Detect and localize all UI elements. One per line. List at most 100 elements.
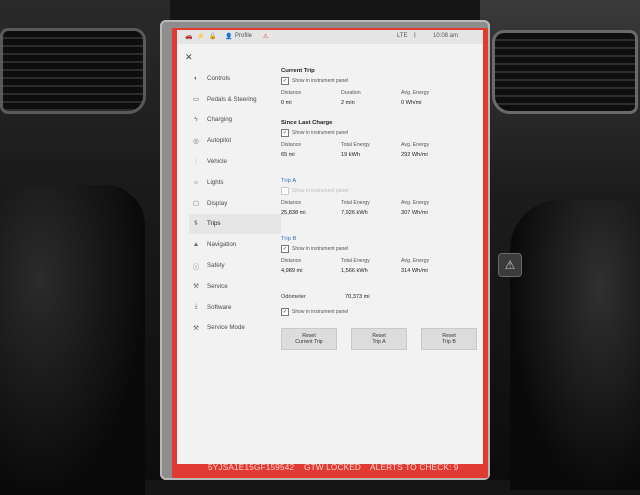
- nav-item-service[interactable]: ⚒ Service: [189, 276, 281, 297]
- stat-label: Avg. Energy: [401, 142, 430, 148]
- section-title: Current Trip: [281, 68, 315, 74]
- lock-icon[interactable]: 🔓: [209, 33, 216, 40]
- gtw-status: GTW LOCKED: [304, 463, 362, 472]
- nav-item-pedals-steering[interactable]: ▭ Pedals & Steering: [189, 89, 281, 110]
- lightning-icon: ⚡: [197, 34, 205, 40]
- profile-label[interactable]: Profile: [235, 33, 252, 39]
- clock-time: 10:08 am: [433, 33, 459, 39]
- stat-value: 0 mi: [281, 100, 292, 106]
- nav-item-lights[interactable]: ☼ Lights: [189, 172, 281, 193]
- nav-item-navigation[interactable]: ▲ Navigation: [189, 234, 281, 255]
- odometer-show-checkbox[interactable]: ✓ Show in instrument panel: [281, 308, 477, 316]
- nav-item-display[interactable]: ▢ Display: [189, 193, 281, 214]
- stat-label: Total Energy: [341, 200, 370, 206]
- nav-item-label: Service Mode: [207, 324, 245, 332]
- nav-item-service-mode[interactable]: ⚒ Service Mode: [189, 318, 281, 339]
- warning-icon[interactable]: ⚠: [263, 33, 268, 40]
- checkmark-icon: ✓: [281, 245, 289, 253]
- status-bar: 🚗 ⚡ 🔓 👤 Profile ⚠ LTE ᛒ 10:08 am: [177, 30, 483, 44]
- stat-value: 65 mi: [281, 152, 295, 158]
- nav-item-label: Charging: [207, 116, 233, 124]
- bluetooth-icon: ᛒ: [413, 33, 417, 39]
- stat-label: Avg. Energy: [401, 90, 430, 96]
- signal-text: LTE: [397, 33, 408, 39]
- stat-value: 19 kWh: [341, 152, 360, 158]
- since-last-charge-show-checkbox[interactable]: ✓ Show in instrument panel: [281, 129, 477, 137]
- alerts-text[interactable]: ALERTS TO CHECK: 9: [370, 463, 459, 472]
- settings-nav: ◐ Controls ▭ Pedals & Steering ϟ Charging ◎…: [189, 68, 281, 338]
- wrench-icon: ⚒: [193, 283, 199, 291]
- trips-content: Current Trip ✓ Show in instrument panel …: [281, 68, 477, 350]
- nav-item-label: Trips: [207, 220, 221, 228]
- nav-item-label: Service: [207, 282, 228, 290]
- toggle-icon: ◐: [194, 74, 198, 82]
- reset-trip-b-button[interactable]: Reset Trip B: [421, 328, 477, 350]
- trip-a-show-checkbox[interactable]: ✓ Show in instrument panel: [281, 187, 477, 195]
- touchscreen: 🚗 ⚡ 🔓 👤 Profile ⚠ LTE ᛒ 10:08 am ✕ ◐ Cont…: [177, 30, 483, 464]
- nav-item-software[interactable]: ⤓ Software: [189, 297, 281, 318]
- car-icon[interactable]: 🚗: [185, 33, 192, 40]
- checkbox-label: Show in instrument panel: [292, 309, 349, 315]
- nav-item-label: Lights: [207, 178, 224, 186]
- nav-item-controls[interactable]: ◐ Controls: [189, 68, 281, 89]
- stats-row: Distance 65 mi Total Energy 19 kWh Avg. En…: [281, 142, 477, 158]
- seat-left: [0, 185, 145, 495]
- section-title: Since Last Charge: [281, 120, 333, 126]
- stat-label: Duration: [341, 90, 361, 96]
- stat-label: Distance: [281, 258, 302, 264]
- odometer-value: 70,373 mi: [345, 294, 370, 300]
- checkbox-label: Show in instrument panel: [292, 78, 349, 84]
- nav-item-label: Pedals & Steering: [207, 95, 257, 103]
- stat-label: Distance: [281, 200, 302, 206]
- nav-item-label: Software: [207, 303, 232, 311]
- lightbulb-icon: ☼: [193, 178, 199, 186]
- current-trip-show-checkbox[interactable]: ✓ Show in instrument panel: [281, 77, 477, 85]
- stats-row: Distance 25,838 mi Total Energy 7,926 kWh …: [281, 200, 477, 216]
- button-label: Reset Trip A: [372, 332, 386, 346]
- reset-trip-a-button[interactable]: Reset Trip A: [351, 328, 407, 350]
- close-icon[interactable]: ✕: [185, 52, 193, 63]
- checkbox-label: Show in instrument panel: [292, 188, 349, 194]
- stat-value: 307 Wh/mi: [401, 210, 428, 216]
- stats-row: Distance 4,989 mi Total Energy 1,566 kWh A…: [281, 258, 477, 274]
- reset-current-trip-button[interactable]: Reset Current Trip: [281, 328, 337, 350]
- stat-label: Avg. Energy: [401, 200, 430, 206]
- steering-wheel-icon: ◎: [193, 137, 199, 145]
- checkmark-icon: ✓: [281, 77, 289, 85]
- safety-icon: ⓘ: [192, 263, 200, 271]
- sliders-icon: ⫶: [195, 157, 197, 165]
- stat-value: 7,926 kWh: [341, 210, 368, 216]
- hazard-button[interactable]: ⚠: [498, 253, 522, 277]
- stat-value: 25,838 mi: [281, 210, 306, 216]
- stat-label: Total Energy: [341, 258, 370, 264]
- air-vent-right: [492, 30, 638, 114]
- checkmark-icon: ✓: [281, 308, 289, 316]
- nav-item-label: Safety: [207, 262, 225, 270]
- stat-label: Avg. Energy: [401, 258, 430, 264]
- checkbox-label: Show in instrument panel: [292, 246, 349, 252]
- odometer-label: Odometer: [281, 294, 306, 300]
- stat-label: Total Energy: [341, 142, 370, 148]
- navigation-icon: ▲: [192, 241, 200, 249]
- trip-b-show-checkbox[interactable]: ✓ Show in instrument panel: [281, 245, 477, 253]
- stat-label: Distance: [281, 90, 302, 96]
- odometer-section: Odometer 70,373 mi ✓ Show in instrument …: [281, 294, 477, 316]
- profile-icon[interactable]: 👤: [225, 33, 232, 40]
- trips-icon: ⥮: [193, 219, 199, 227]
- download-icon: ⤓: [194, 303, 198, 311]
- nav-item-autopilot[interactable]: ◎ Autopilot: [189, 130, 281, 151]
- nav-item-label: Navigation: [207, 241, 237, 249]
- nav-item-vehicle[interactable]: ⫶ Vehicle: [189, 151, 281, 172]
- stat-value: 2 min: [341, 100, 355, 106]
- stat-value: 1,566 kWh: [341, 268, 368, 274]
- section-title: Trip B: [281, 236, 297, 242]
- seat-right: [510, 200, 640, 490]
- checkbox-label: Show in instrument panel: [292, 130, 349, 136]
- lightning-icon: ϟ: [194, 116, 198, 124]
- nav-item-charging[interactable]: ϟ Charging: [189, 110, 281, 131]
- stat-label: Distance: [281, 142, 302, 148]
- checkbox-empty: ✓: [281, 187, 289, 195]
- nav-item-trips[interactable]: ⥮ Trips: [189, 213, 281, 235]
- nav-item-safety[interactable]: ⓘ Safety: [189, 255, 281, 276]
- nav-item-label: Autopilot: [207, 137, 232, 145]
